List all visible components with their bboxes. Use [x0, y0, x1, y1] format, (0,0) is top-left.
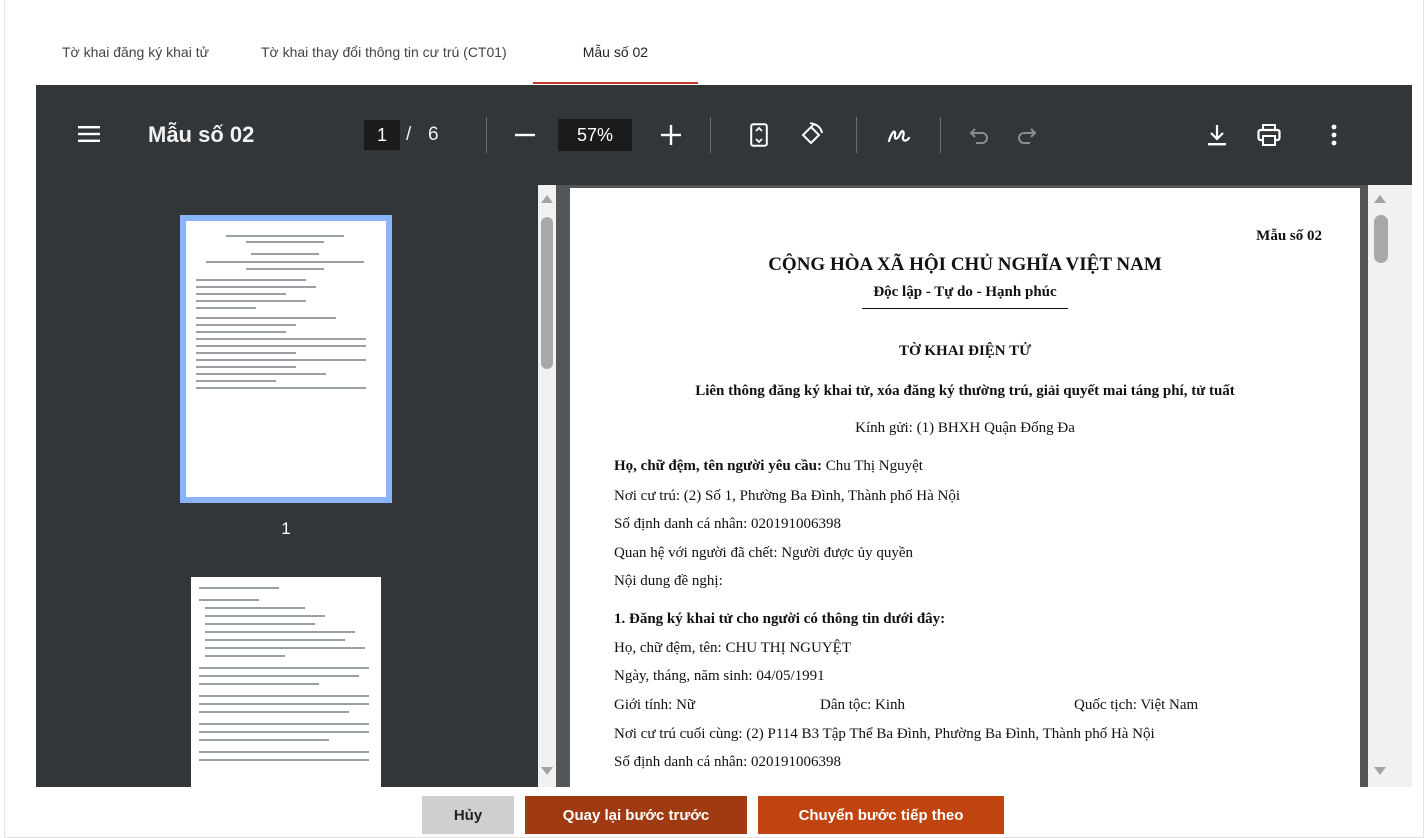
- motto-underline: [862, 308, 1068, 309]
- zoom-in-icon[interactable]: [656, 120, 686, 150]
- scrollbar-thumb[interactable]: [1374, 215, 1388, 263]
- id-number-line: Số định danh cá nhân: 020191006398: [614, 516, 842, 532]
- next-button[interactable]: Chuyển bước tiếp theo: [758, 796, 1004, 834]
- document-title: Mẫu số 02: [148, 122, 255, 147]
- national-motto: Độc lập - Tự do - Hạnh phúc: [873, 284, 1057, 300]
- back-button[interactable]: Quay lại bước trước: [525, 796, 747, 834]
- requester-label: Họ, chữ đệm, tên người yêu cầu:: [614, 458, 822, 474]
- page-total: 6: [428, 124, 439, 145]
- viewer-toolbar: Mẫu số 02 / 6: [36, 85, 1412, 185]
- requester-line: Họ, chữ đệm, tên người yêu cầu: Chu Thị …: [614, 458, 923, 475]
- page-separator: /: [406, 124, 412, 145]
- page-number-input[interactable]: [364, 120, 400, 150]
- deceased-id-line: Số định danh cá nhân: 020191006398: [614, 754, 842, 770]
- gender-line: Giới tính: Nữ: [614, 697, 696, 713]
- last-residence-line: Nơi cư trú cuối cùng: (2) P114 B3 Tập Th…: [614, 726, 1155, 742]
- cancel-button[interactable]: Hủy: [422, 796, 514, 834]
- sidebar-scrollbar[interactable]: [538, 185, 556, 787]
- recipient-line: Kính gửi: (1) BHXH Quận Đống Đa: [855, 420, 1075, 436]
- toolbar-divider: [940, 117, 941, 153]
- pdf-viewer: Mẫu số 02 / 6: [36, 85, 1412, 787]
- tab-khai-tu[interactable]: Tờ khai đăng ký khai tử: [36, 30, 235, 84]
- page-thumbnail-1[interactable]: [180, 215, 392, 503]
- zoom-out-icon[interactable]: [510, 120, 540, 150]
- relation-line: Quan hệ với người đã chết: Người được ủy…: [614, 545, 913, 561]
- document-heading: TỜ KHAI ĐIỆN TỬ: [898, 343, 1032, 359]
- zoom-input[interactable]: [558, 119, 632, 151]
- scroll-down-icon[interactable]: [541, 767, 553, 775]
- document-subtitle: Liên thông đăng ký khai tử, xóa đăng ký …: [695, 383, 1235, 399]
- ethnicity-line: Dân tộc: Kinh: [820, 697, 905, 713]
- scroll-up-icon[interactable]: [541, 195, 553, 203]
- thumbnail-page-label: 1: [281, 519, 291, 538]
- menu-icon[interactable]: [76, 121, 102, 147]
- document-scrollbar[interactable]: [1368, 185, 1412, 787]
- more-vert-icon[interactable]: [1322, 120, 1346, 150]
- dob-line: Ngày, tháng, năm sinh: 04/05/1991: [614, 668, 825, 684]
- tab-ct01[interactable]: Tờ khai thay đổi thông tin cư trú (CT01): [235, 30, 533, 84]
- thumbnail-sidebar: 1: [36, 185, 556, 787]
- nation-header: CỘNG HÒA XÃ HỘI CHỦ NGHĨA VIỆT NAM: [768, 254, 1162, 275]
- redo-icon[interactable]: [1012, 120, 1042, 150]
- request-content-line: Nội dung đề nghị:: [614, 573, 723, 589]
- fit-page-icon[interactable]: [744, 120, 774, 150]
- toolbar-divider: [710, 117, 711, 153]
- scroll-up-icon[interactable]: [1374, 195, 1386, 203]
- annotate-icon[interactable]: [884, 120, 914, 150]
- form-number: Mẫu số 02: [1256, 228, 1322, 244]
- tab-bar: Tờ khai đăng ký khai tử Tờ khai thay đổi…: [36, 30, 1412, 84]
- toolbar-divider: [856, 117, 857, 153]
- page-thumbnail-2[interactable]: [191, 577, 381, 787]
- undo-icon[interactable]: [964, 120, 994, 150]
- residence-line: Nơi cư trú: (2) Số 1, Phường Ba Đình, Th…: [614, 488, 960, 504]
- document-page: Mẫu số 02 CỘNG HÒA XÃ HỘI CHỦ NGHĨA VIỆT…: [570, 188, 1360, 787]
- rotate-icon[interactable]: [796, 120, 826, 150]
- toolbar-divider: [486, 117, 487, 153]
- download-icon[interactable]: [1202, 120, 1232, 150]
- scrollbar-thumb[interactable]: [541, 217, 553, 369]
- print-icon[interactable]: [1254, 120, 1284, 150]
- scroll-down-icon[interactable]: [1374, 767, 1386, 775]
- deceased-name-line: Họ, chữ đệm, tên: CHU THỊ NGUYỆT: [614, 640, 851, 656]
- section-1-heading: 1. Đăng ký khai tử cho người có thông ti…: [614, 611, 946, 627]
- requester-name: Chu Thị Nguyệt: [821, 458, 923, 474]
- nationality-line: Quốc tịch: Việt Nam: [1074, 697, 1199, 713]
- tab-mau-so-02[interactable]: Mẫu số 02: [532, 30, 699, 84]
